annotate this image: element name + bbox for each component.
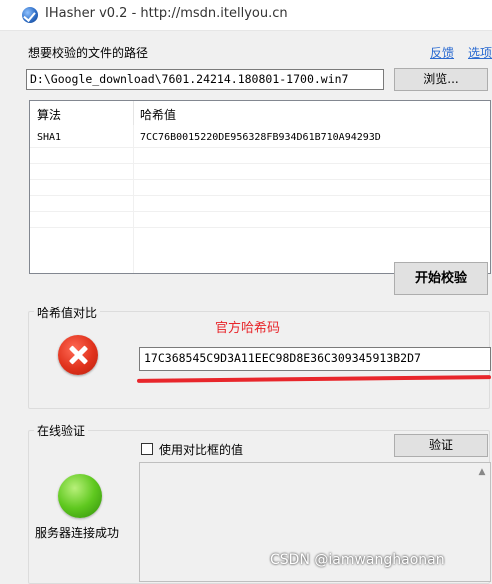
hash-result-table: 算法 哈希值 SHA1 7CC76B0015220DE956328FB934D6… <box>29 100 491 274</box>
window-title: IHasher v0.2 - http://msdn.itellyou.cn <box>45 6 288 21</box>
use-compare-value-label[interactable]: 使用对比框的值 <box>159 441 243 458</box>
server-status-text: 服务器连接成功 <box>35 526 120 540</box>
table-header: 算法 哈希值 <box>30 101 490 125</box>
compare-hash-input[interactable]: 17C368545C9D3A11EEC98D8E36C309345913B2D7 <box>139 347 491 371</box>
table-row-algorithm[interactable]: SHA1 <box>37 132 61 143</box>
hash-compare-group-title: 哈希值对比 <box>34 304 101 321</box>
file-path-input[interactable]: D:\Google_download\7601.24214.180801-170… <box>26 69 384 90</box>
browse-button[interactable]: 浏览... <box>394 68 488 91</box>
app-icon <box>22 7 38 23</box>
verify-button[interactable]: 验证 <box>394 434 488 457</box>
start-verify-button[interactable]: 开始校验 <box>394 262 488 295</box>
column-header-algorithm[interactable]: 算法 <box>37 106 61 123</box>
options-link[interactable]: 选项 <box>468 44 492 61</box>
annotation-official-hash: 官方哈希码 <box>215 321 281 336</box>
use-compare-value-checkbox[interactable] <box>141 443 153 455</box>
feedback-link[interactable]: 反馈 <box>430 44 454 61</box>
scroll-up-icon[interactable]: ▲ <box>477 467 487 477</box>
watermark-text: CSDN @iamwanghaonan <box>270 552 445 568</box>
error-icon <box>58 335 98 375</box>
column-header-hash[interactable]: 哈希值 <box>140 106 176 123</box>
title-bar: IHasher v0.2 - http://msdn.itellyou.cn <box>0 0 492 31</box>
online-verify-group-title: 在线验证 <box>34 422 89 439</box>
green-status-icon <box>58 474 102 518</box>
path-label: 想要校验的文件的路径 <box>28 46 149 60</box>
table-row-hash[interactable]: 7CC76B0015220DE956328FB934D61B710A94293D <box>140 132 381 143</box>
